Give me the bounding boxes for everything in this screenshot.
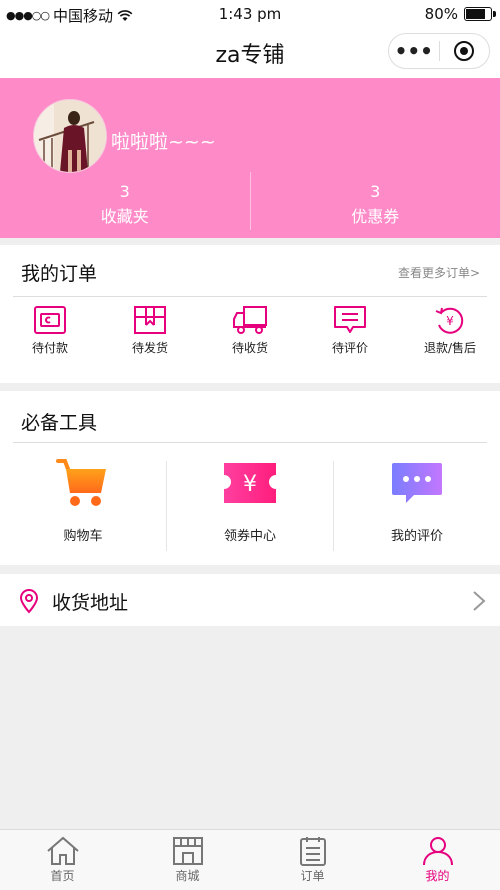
tab-home[interactable]: 首页 <box>0 830 125 890</box>
coupons-stat[interactable]: 3 优惠券 <box>251 172 500 236</box>
tools-header: 必备工具 <box>0 391 500 441</box>
view-all-orders-link[interactable]: 查看更多订单> <box>398 264 480 281</box>
shipping-address-label: 收货地址 <box>52 588 128 615</box>
close-miniprogram-icon[interactable] <box>440 40 490 62</box>
order-pending-payment-label: 待付款 <box>0 339 100 356</box>
tool-my-reviews[interactable]: 我的评价 <box>334 443 500 551</box>
status-bar: ●●●○○ 中国移动 1:43 pm 80% <box>0 0 500 28</box>
miniprogram-capsule: ••• <box>388 33 490 69</box>
tab-mall-label: 商城 <box>125 867 250 884</box>
tab-orders-label: 订单 <box>250 867 375 884</box>
orders-title: 我的订单 <box>21 259 97 286</box>
battery-percent: 80% <box>425 5 458 23</box>
avatar[interactable] <box>33 99 107 173</box>
bottom-tab-bar: 首页 商城 订单 我的 <box>0 829 500 890</box>
orders-card: 我的订单 查看更多订单> 待付款 待发货 <box>0 245 500 383</box>
package-icon <box>133 305 167 335</box>
favorites-label: 收藏夹 <box>0 203 250 227</box>
coupons-label: 优惠券 <box>251 203 500 227</box>
profile-stats: 3 收藏夹 3 优惠券 <box>0 172 500 236</box>
order-pending-payment[interactable]: 待付款 <box>0 305 100 356</box>
tab-mine-label: 我的 <box>375 867 500 884</box>
tool-cart[interactable]: 购物车 <box>0 443 166 551</box>
tab-mall[interactable]: 商城 <box>125 830 250 890</box>
svg-text:¥: ¥ <box>446 314 454 328</box>
battery-icon <box>464 7 492 21</box>
comment-icon <box>333 305 367 335</box>
cart-icon <box>56 457 110 509</box>
chevron-right-icon <box>472 590 486 612</box>
username: 啦啦啦~~~ <box>111 127 216 154</box>
home-icon <box>45 836 81 866</box>
tool-coupon-center-label: 领券中心 <box>167 525 333 544</box>
coupon-icon: ¥ <box>222 457 278 509</box>
wallet-icon <box>33 305 67 335</box>
tab-orders[interactable]: 订单 <box>250 830 375 890</box>
order-pending-receipt[interactable]: 待收货 <box>200 305 300 356</box>
tool-coupon-center[interactable]: ¥ 领券中心 <box>167 443 333 551</box>
truck-icon <box>232 305 268 335</box>
order-refund-aftersale-label: 退款/售后 <box>400 339 500 356</box>
tab-mine[interactable]: 我的 <box>375 830 500 890</box>
order-pending-review-label: 待评价 <box>300 339 400 356</box>
location-pin-icon <box>18 588 40 614</box>
order-refund-aftersale[interactable]: ¥ 退款/售后 <box>400 305 500 356</box>
coupons-count: 3 <box>251 182 500 201</box>
favorites-count: 3 <box>0 182 250 201</box>
store-icon <box>170 836 206 866</box>
favorites-stat[interactable]: 3 收藏夹 <box>0 172 250 236</box>
user-icon <box>420 836 456 866</box>
nav-bar: za专铺 ••• <box>0 28 500 78</box>
more-options-icon[interactable]: ••• <box>389 36 439 66</box>
tool-my-reviews-label: 我的评价 <box>334 525 500 544</box>
refund-icon: ¥ <box>433 305 467 335</box>
chat-bubble-icon <box>390 457 444 509</box>
orders-divider <box>13 296 487 297</box>
svg-text:¥: ¥ <box>243 472 257 497</box>
status-right: 80% <box>425 5 492 23</box>
tools-row: 购物车 ¥ 领券中心 <box>0 443 500 551</box>
order-status-row: 待付款 待发货 待收货 <box>0 305 500 356</box>
shipping-address-row[interactable]: 收货地址 <box>0 574 500 626</box>
tab-home-label: 首页 <box>0 867 125 884</box>
order-pending-review[interactable]: 待评价 <box>300 305 400 356</box>
order-pending-shipment[interactable]: 待发货 <box>100 305 200 356</box>
tools-title: 必备工具 <box>21 408 97 435</box>
orders-header: 我的订单 查看更多订单> <box>0 245 500 295</box>
tool-cart-label: 购物车 <box>0 525 166 544</box>
profile-header: 啦啦啦~~~ 3 收藏夹 3 优惠券 <box>0 78 500 238</box>
order-pending-shipment-label: 待发货 <box>100 339 200 356</box>
tools-card: 必备工具 购物车 <box>0 391 500 565</box>
order-pending-receipt-label: 待收货 <box>200 339 300 356</box>
clipboard-icon <box>295 836 331 866</box>
